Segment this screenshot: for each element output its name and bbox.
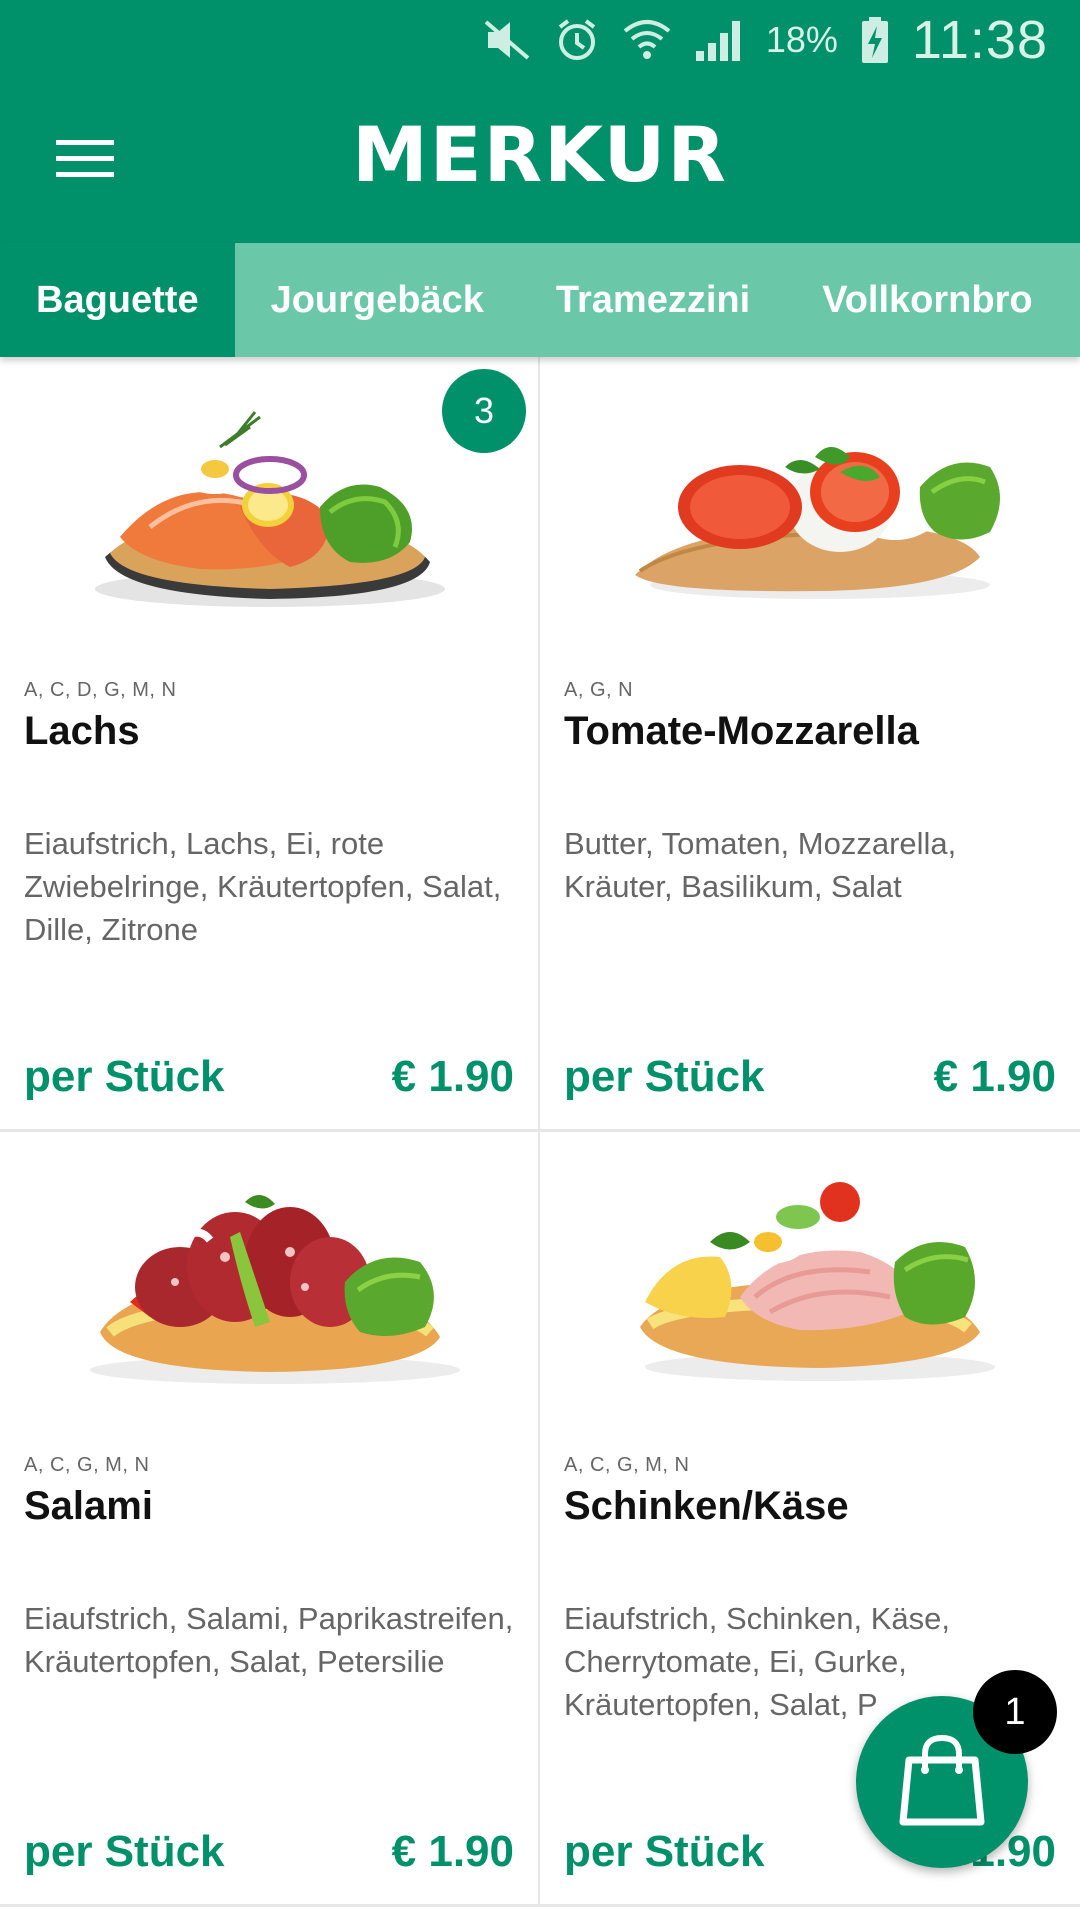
unit-label: per Stück [564,1052,765,1101]
brand-logo: MERKUR [352,110,728,199]
unit-label: per Stück [24,1052,225,1101]
allergen-codes: A, C, G, M, N [564,1454,690,1476]
alarm-icon [554,10,600,70]
product-description: Eiaufstrich, Lachs, Ei, rote Zwiebelring… [24,826,502,947]
shopping-bag-icon [897,1732,987,1833]
allergen-codes: A, C, D, G, M, N [24,679,177,701]
product-price: € 1.90 [933,1052,1056,1101]
tab-jourgebaeck[interactable]: Jourgebäck [235,243,520,357]
product-price: € 1.90 [391,1827,514,1876]
product-description: Butter, Tomaten, Mozzarella, Kräuter, Ba… [564,826,957,904]
unit-label: per Stück [24,1827,225,1876]
unit-label: per Stück [564,1827,765,1876]
status-bar: 18% 11:38 [0,0,1080,80]
battery-percentage: 18% [765,19,838,60]
product-image-salami [0,1132,538,1422]
product-image-tomate-mozzarella [540,357,1080,647]
product-price: € 1.90 [391,1052,514,1101]
app-bar: MERKUR [0,80,1080,243]
tab-baguette[interactable]: Baguette [0,243,235,357]
allergen-codes: A, G, N [564,679,634,701]
tab-tramezzini[interactable]: Tramezzini [520,243,786,357]
battery-charging-icon [860,10,890,70]
product-name: Tomate-Mozzarella [564,709,919,753]
quantity-badge: 3 [442,369,526,453]
cart-count-badge: 1 [973,1670,1057,1754]
category-tabs: Baguette Jourgebäck Tramezzini Vollkornb… [0,243,1080,357]
tab-vollkornbrot[interactable]: Vollkornbro [786,243,1068,357]
product-name: Salami [24,1484,153,1528]
allergen-codes: A, C, G, M, N [24,1454,150,1476]
wifi-icon [622,10,672,70]
product-card-salami[interactable]: A, C, G, M, N Salami Eiaufstrich, Salami… [0,1132,540,1907]
product-name: Schinken/Käse [564,1484,849,1528]
product-name: Lachs [24,709,140,753]
product-description: Eiaufstrich, Salami, Paprikastreifen, Kr… [24,1601,514,1679]
product-card-tomate-mozzarella[interactable]: A, G, N Tomate-Mozzarella Butter, Tomate… [540,357,1080,1132]
product-card-lachs[interactable]: 3 A, C, D, G, M, N Lachs Eiaufstrich, La… [0,357,540,1132]
signal-icon [694,10,744,70]
product-grid: 3 A, C, D, G, M, N Lachs Eiaufstrich, La… [0,357,1080,1920]
product-image-schinken-kaese [540,1132,1080,1422]
mute-icon [484,10,532,70]
clock: 11:38 [911,10,1048,70]
